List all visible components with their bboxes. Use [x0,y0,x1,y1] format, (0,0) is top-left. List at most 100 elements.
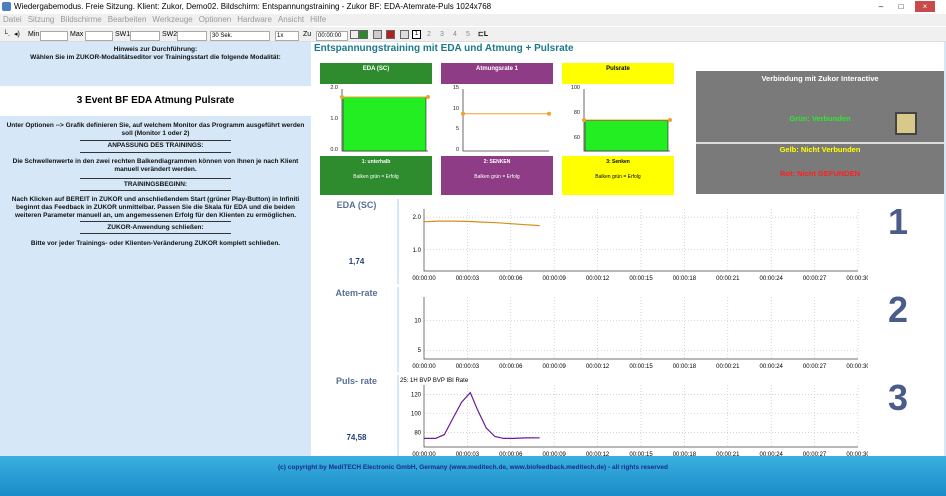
x-tick-label: 00:00:00 [412,364,436,370]
x-tick-label: 00:00:30 [846,276,868,282]
maximize-button[interactable]: □ [895,1,907,12]
x-tick-label: 00:00:15 [629,364,653,370]
copyright-text: (c) copyright by MediTECH Electronic Gmb… [278,464,668,471]
menu-item-ansicht[interactable]: Ansicht [278,15,304,24]
chart-panel-2: Atem-rate 2 00:00:00 00:00:03 00:00:06 00:00:… [318,287,944,372]
connection-status-icon[interactable] [895,112,917,135]
x-tick-label: 00:00:06 [499,364,523,370]
y-tick-label: 120 [411,393,422,399]
layout-icon[interactable]: ⊏L [478,27,488,42]
close-heading: ZUKOR-Anwendung schließen: [107,224,204,231]
bar-card-hint: Balken grün = Erfolg [595,174,641,180]
tab-screen-2[interactable]: 2 [427,27,431,42]
menu-item-datei[interactable]: Datei [3,15,22,24]
sound-icon[interactable]: ◂) [14,27,20,42]
line-chart: 00:00:00 00:00:03 00:00:06 00:00:09 00:00:12… [400,378,868,458]
x-tick-label: 00:00:24 [760,364,784,370]
min-input[interactable] [40,31,68,42]
bar-chart-area: 100 80 60 [562,84,674,156]
max-input[interactable] [85,31,113,42]
tab-screen-4[interactable]: 4 [453,27,457,42]
stop-icon[interactable] [373,30,382,39]
x-tick-label: 00:00:18 [673,276,697,282]
level-bar [584,120,669,152]
series-line [424,391,540,439]
bar-card-header: Pulsrate [562,63,674,84]
instructions-panel: Hinweis zur Durchführung: Wählen Sie im … [0,42,311,456]
threshold-handle[interactable] [668,118,672,122]
sw1-input[interactable] [130,31,160,42]
bar-chart-area: 2.0 1.0 0.0 [320,84,432,156]
y-tick-label: 10 [414,319,421,325]
max-label: Max [70,31,84,38]
footer: (c) copyright by MediTECH Electronic Gmb… [0,456,946,496]
modality-title: 3 Event BF EDA Atmung Pulsrate [0,86,311,116]
x-tick-label: 00:00:03 [456,364,480,370]
x-tick-label: 00:00:24 [760,276,784,282]
channel-label: Atem-rate [335,288,378,298]
chart-panel-3: Puls- rate 74,58 3 00:00:00 00:00:03 00:00:06… [318,375,944,460]
minimize-button[interactable]: – [875,1,887,12]
zu-label: Zu [303,31,312,38]
y-tick-label: 80 [414,431,421,437]
threshold-handle[interactable] [340,95,344,100]
menu-item-hardware[interactable]: Hardware [237,15,272,24]
status-not-found: Rot: Nicht GEFUNDEN [780,169,860,178]
play-mode-icon[interactable]: └. [3,27,10,42]
channel-value: 1,74 [348,257,365,266]
series-title: 25: 1H BVP BVP IBI Rate [400,378,469,384]
x-tick-label: 00:00:30 [846,364,868,370]
screen-icon[interactable] [400,30,409,39]
chart-panel-1: EDA (SC) 1,74 1 00:00:00 00:00:03 00:00:06 00:… [318,199,944,284]
threshold-handle[interactable] [582,118,586,122]
sw2-input[interactable] [177,31,207,42]
x-tick-label: 00:00:09 [543,364,567,370]
speed-select[interactable]: 1x [275,31,299,42]
bar-tick-label: 60 [573,134,580,141]
min-label: Min [28,31,40,38]
x-tick-label: 00:00:18 [673,364,697,370]
divider [80,178,231,179]
threshold-handle[interactable] [426,95,430,100]
bar-chart [461,89,551,152]
line-chart: 00:00:00 00:00:03 00:00:06 00:00:09 00:00:12… [412,209,868,282]
divider [80,152,231,153]
bar-tick-label: 15 [452,85,459,91]
screen-number: 3 [887,377,909,418]
divider [696,142,944,144]
menu-item-bearbeiten[interactable]: Bearbeiten [108,15,147,24]
bar-tick-label: 1.0 [330,116,338,122]
options-text: Unter Optionen --> Grafik definieren Sie… [6,122,305,137]
menu-item-optionen[interactable]: Optionen [199,15,231,24]
menu-item-sitzung[interactable]: Sitzung [28,15,55,24]
record-icon[interactable] [386,30,395,39]
y-tick-label: 2.0 [413,215,422,221]
y-tick-label: 1.0 [413,248,422,254]
sw1-label: SW1 [115,31,131,38]
divider [80,221,231,222]
tab-screen-5[interactable]: 5 [466,27,470,42]
time-window-select[interactable]: 30 Sek. [210,31,270,42]
start-heading: TRAININGSBEGINN: [123,181,188,188]
menu-item-hilfe[interactable]: Hilfe [310,15,326,24]
bar-tick-label: 2.0 [330,85,338,91]
divider [80,233,231,234]
play-icon[interactable] [359,30,368,39]
bar-card-3: Pulsrate 100 80 60 3: Senken Balken grün = Er… [562,63,674,195]
close-button[interactable]: × [915,1,935,12]
menu-item-werkzeuge[interactable]: Werkzeuge [152,15,192,24]
clock-icon[interactable] [350,30,359,39]
threshold-handle[interactable] [461,111,465,116]
tab-screen-3[interactable]: 3 [440,27,444,42]
bar-card-2: Atmungsrate 1 15 10 5 0 2: SENKEN Balken grün … [441,63,553,195]
tab-screen-1[interactable]: 1 [412,30,421,39]
page-title: Entspannungstraining mit EDA und Atmung … [314,43,574,54]
hint-text: Wählen Sie im ZUKOR-Modalitätseditor vor… [30,54,281,61]
time-input[interactable]: 00:00:00 [316,31,348,42]
threshold-handle[interactable] [547,111,551,116]
bar-card-header: Atmungsrate 1 [441,63,553,84]
window-title: Wiedergabemodus. Freie Sitzung. Klient: … [14,2,492,11]
bar-card-footer: 1: unterhalb Balken grün = Erfolg [320,156,432,195]
menu-item-bildschirme[interactable]: Bildschirme [60,15,101,24]
start-text: Nach Klicken auf BEREIT in ZUKOR und ans… [11,196,300,219]
